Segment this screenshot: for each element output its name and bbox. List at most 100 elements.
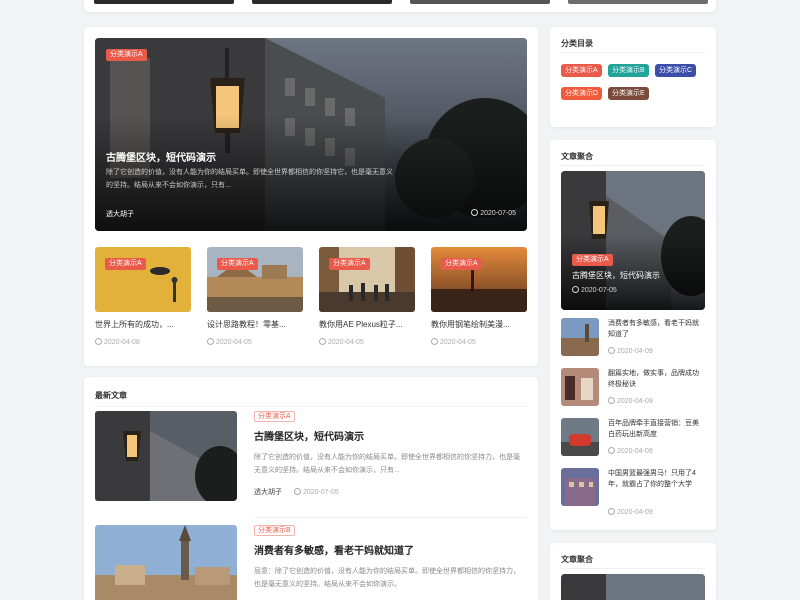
street-lamp-image [95,38,527,231]
category-label[interactable]: 分类演示A [254,411,295,422]
aggregate-hero[interactable]: 分类演示A 古腾堡区块，短代码演示 2020-07-05 [561,171,705,310]
clock-icon [608,397,615,404]
mini-post-date-text: 2020-04-05 [216,339,252,346]
strip-thumb[interactable] [94,0,234,4]
aggregate-item-thumbnail[interactable] [561,418,599,456]
strip-thumb[interactable] [410,0,550,4]
article-thumbnail[interactable] [95,411,237,501]
article-meta: 透大胡子 2020-07-05 [254,487,339,497]
mini-post-image[interactable]: 分类演示A [319,247,415,312]
ceremony-image [561,368,599,406]
category-tag-c[interactable]: 分类演示C [655,64,697,77]
aggregate-item-title[interactable]: 百年品牌牵手直接营销：豆美白药玩出新高度 [608,418,702,440]
article-excerpt: 除了它创造的价值，没有人能为你的结局买单。即使全世界都相信的你坚持力，也是毫无意… [254,454,520,474]
featured-title[interactable]: 古腾堡区块，短代码演示 [106,149,216,164]
category-tag-d[interactable]: 分类演示D [561,87,603,100]
clock-icon [608,347,615,354]
strip-thumb[interactable] [252,0,392,4]
mini-post-date: 2020-04-05 [431,338,527,346]
mini-post-title[interactable]: 世界上所有的成功，... [95,319,191,330]
article-title[interactable]: 古腾堡区块，短代码演示 [254,428,364,443]
umbrella-image [95,247,191,312]
sunset-image [431,247,527,312]
aggregate-item-date-text: 2020-04-09 [617,448,653,455]
clock-icon [95,338,102,345]
mini-post[interactable]: 分类演示A 世界上所有的成功，... 2020-04-08 [95,247,191,346]
strip-thumb[interactable] [568,0,708,4]
article-item[interactable]: 分类演示A 古腾堡区块，短代码演示 除了它创造的价值，没有人能为你的结局买单。即… [95,411,527,501]
aggregate-item-title[interactable]: 消费者有多敏感，看老干妈就知道了 [608,318,702,340]
mini-post-date-text: 2020-04-05 [328,339,364,346]
category-tag[interactable]: 分类演示A [106,49,147,61]
latest-articles-section: 最新文章 分类演示A 古腾堡区块，短代码演示 除了它创造的价值，没有人能为你的结… [84,377,538,600]
article-aggregate-widget: 文章聚合 分类演示A 古腾堡区块，短代码演示 2020-07-05 消费者有多敏… [550,140,716,530]
article-thumbnail[interactable] [95,525,237,600]
featured-excerpt: 除了它创造的价值，没有人能为你的结局买单。即使全世界都相信的你坚持它，也是毫无意… [106,169,393,189]
aggregate-hero-title[interactable]: 古腾堡区块，短代码演示 [572,270,660,281]
widget-title: 文章聚合 [561,152,593,161]
aggregate-item[interactable]: 消费者有多敏感，看老干妈就知道了 2020-04-09 [561,318,705,358]
clock-icon [431,338,438,345]
aggregate-item-thumbnail[interactable] [561,368,599,406]
aggregate-item-date: 2020-04-09 [608,397,653,405]
category-tag[interactable]: 分类演示A [329,258,370,270]
town-image [207,247,303,312]
divider [561,568,705,569]
category-tag[interactable]: 分类演示A [441,258,482,270]
mini-post[interactable]: 分类演示A 教你用AE Plexus粒子... 2020-04-05 [319,247,415,346]
featured-author[interactable]: 透大胡子 [106,209,134,219]
category-tag[interactable]: 分类演示A [572,254,613,266]
aggregate-item[interactable]: 中国男篮最强男马！只用了4年，就霸占了你的整个大学 2020-04-09 [561,468,705,516]
clock-icon [471,209,479,216]
aggregate-item[interactable]: 百年品牌牵手直接营销：豆美白药玩出新高度 2020-04-09 [561,418,705,458]
clock-icon [319,338,326,345]
mini-post-image[interactable]: 分类演示A [431,247,527,312]
aggregate-item-title[interactable]: 中国男篮最强男马！只用了4年，就霸占了你的整个大学 [608,468,702,490]
featured-date-text: 2020-07-05 [480,210,516,217]
widget-title: 分类目录 [561,39,593,48]
aggregate-item-date-text: 2020-04-09 [617,509,653,516]
featured-hero[interactable]: 分类演示A 古腾堡区块，短代码演示 除了它创造的价值，没有人能为你的结局买单。即… [95,38,527,231]
featured-section: 分类演示A 古腾堡区块，短代码演示 除了它创造的价值，没有人能为你的结局买单。即… [84,27,538,366]
mini-post[interactable]: 分类演示A 设计思路教程！零基... 2020-04-05 [207,247,303,346]
mini-post-image[interactable]: 分类演示A [207,247,303,312]
mini-post-date: 2020-04-05 [319,338,415,346]
street-lamp-image [561,574,705,600]
mini-post-date: 2020-04-05 [207,338,303,346]
church-town-image [95,525,237,600]
aggregate-item-thumbnail[interactable] [561,318,599,356]
article-title[interactable]: 消费者有多敏感，看老干妈就知道了 [254,542,414,557]
category-tag-a[interactable]: 分类演示A [561,64,602,77]
building-image [561,468,599,506]
category-tag[interactable]: 分类演示A [217,258,258,270]
crowd-street-image [319,247,415,312]
aggregate-item-title[interactable]: 翻篇实地，做实事，品牌成功终极秘诀 [608,368,702,390]
aggregate-item[interactable]: 翻篇实地，做实事，品牌成功终极秘诀 2020-04-09 [561,368,705,408]
street-lamp-image [95,411,237,501]
aggregate-item-thumbnail[interactable] [561,468,599,506]
mini-post-date: 2020-04-08 [95,338,191,346]
category-tag[interactable]: 分类演示A [105,258,146,270]
article-item[interactable]: 分类演示B 消费者有多敏感，看老干妈就知道了 屈意：除了它创造的价值，没有人能为… [95,525,527,600]
category-tag-b[interactable]: 分类演示B [608,64,649,77]
divider [95,406,527,407]
top-strip [84,0,716,12]
divider [254,517,527,518]
town-image [561,318,599,356]
category-label[interactable]: 分类演示B [254,525,295,536]
clock-icon [608,508,615,515]
mini-post-title[interactable]: 教你用钢笔绘制美漫... [431,319,527,330]
article-date-text: 2020-07-05 [302,489,339,496]
divider [561,52,705,53]
aggregate-item-date: 2020-04-09 [608,508,653,516]
article-author[interactable]: 透大胡子 [254,489,282,496]
mini-post-title[interactable]: 教你用AE Plexus粒子... [319,319,415,330]
mini-post[interactable]: 分类演示A 教你用钢笔绘制美漫... 2020-04-05 [431,247,527,346]
article-date: 2020-07-05 [293,488,339,496]
category-tag-e[interactable]: 分类演示E [608,87,649,100]
aggregate-hero[interactable] [561,574,705,600]
aggregate-item-date: 2020-04-09 [608,447,653,455]
mini-post-date-text: 2020-04-05 [440,339,476,346]
mini-post-image[interactable]: 分类演示A [95,247,191,312]
mini-post-title[interactable]: 设计思路教程！零基... [207,319,303,330]
